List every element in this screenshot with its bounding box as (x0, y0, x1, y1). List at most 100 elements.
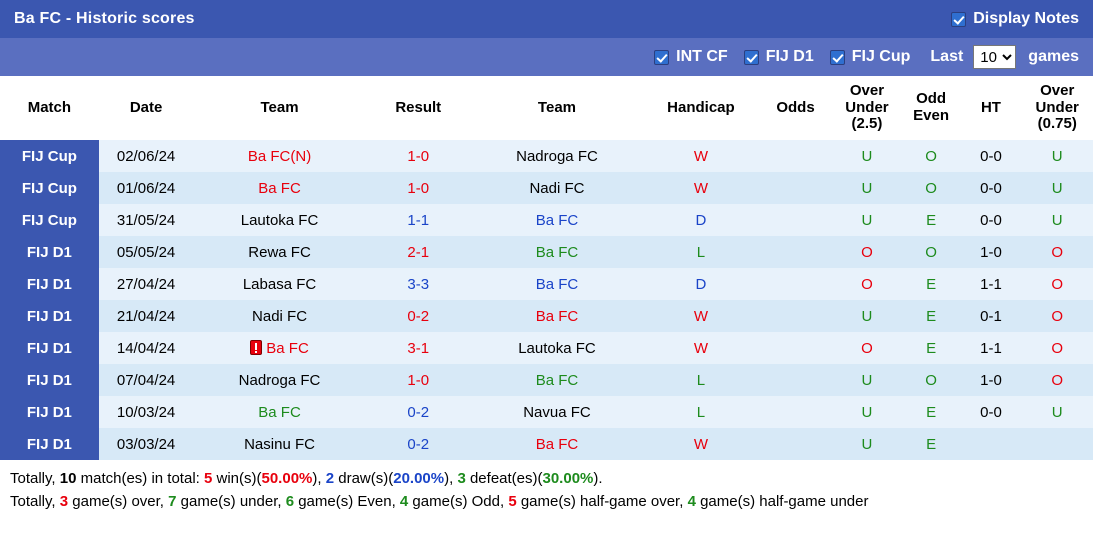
page-title: Ba FC - Historic scores (14, 10, 195, 27)
cell-competition-text: FIJ D1 (26, 371, 72, 389)
header-odd-even[interactable]: Odd Even (902, 76, 961, 140)
cell-over-under-075-text: O (1051, 307, 1064, 325)
cell-ht: 0-0 (960, 204, 1022, 236)
cell-ht-text: 1-1 (980, 339, 1002, 357)
s1-p2: match(es) in total: (76, 470, 204, 487)
cell-outcome: L (643, 364, 759, 396)
table-row[interactable]: FIJ Cup 31/05/24 Lautoka FC 1-1 Ba FC D U E 0-0 U (0, 204, 1093, 236)
summary-line-2: Totally, 3 game(s) over, 7 game(s) under… (10, 490, 1083, 513)
cell-outcome: W (643, 140, 759, 172)
header-result[interactable]: Result (366, 76, 471, 140)
cell-odd-even: O (901, 140, 961, 172)
s1-draws: 2 (325, 470, 335, 487)
table-row[interactable]: FIJ D1 03/03/24 Nasinu FC 0-2 Ba FC W U E (0, 428, 1093, 460)
cell-odds (758, 268, 833, 300)
games-label: games (1028, 48, 1079, 65)
cell-home-team-text: Nadi FC (252, 307, 308, 325)
filter-int-cf-label: INT CF (676, 48, 728, 65)
cell-away-team-text: Ba FC (535, 307, 579, 325)
cell-competition-text: FIJ D1 (26, 307, 72, 325)
cell-ht: 1-1 (960, 268, 1022, 300)
cell-home-team: Nadroga FC (193, 364, 366, 396)
header-away-team[interactable]: Team (471, 76, 643, 140)
cell-date: 01/06/24 (98, 172, 194, 204)
cell-competition-text: FIJ Cup (21, 179, 77, 197)
header-over-under[interactable]: Over Under (2.5) (832, 76, 901, 140)
display-notes-checkbox[interactable] (951, 11, 967, 27)
header-handicap[interactable]: Handicap (643, 76, 759, 140)
cell-over-under: O (832, 236, 902, 268)
cell-home-team-text: Nadroga FC (238, 371, 321, 389)
cell-over-under: U (832, 140, 902, 172)
filter-fij-d1-checkbox[interactable] (743, 49, 759, 65)
filter-fij-cup[interactable]: FIJ Cup (829, 48, 911, 66)
cell-competition: FIJ D1 (0, 236, 99, 268)
cell-away-team: Nadi FC (470, 172, 644, 204)
cell-outcome: L (643, 396, 759, 428)
cell-odd-even: E (901, 428, 961, 460)
cell-outcome: W (643, 332, 759, 364)
filter-fij-d1[interactable]: FIJ D1 (743, 48, 814, 66)
header-odds[interactable]: Odds (759, 76, 833, 140)
table-row[interactable]: FIJ D1 14/04/24 Ba FC 3-1 Lautoka FC W O E 1-1 O (0, 332, 1093, 364)
filter-int-cf[interactable]: INT CF (654, 48, 728, 66)
table-row[interactable]: FIJ Cup 02/06/24 Ba FC(N) 1-0 Nadroga FC W U O 0… (0, 140, 1093, 172)
cell-date-text: 03/03/24 (116, 435, 176, 453)
cell-over-under-075: O (1021, 300, 1093, 332)
table-row[interactable]: FIJ D1 05/05/24 Rewa FC 2-1 Ba FC L O O 1-0 O (0, 236, 1093, 268)
cell-away-team-text: Navua FC (523, 403, 591, 421)
header-match[interactable]: Match (0, 76, 99, 140)
cell-result: 1-0 (365, 364, 471, 396)
cell-ht-text: 1-0 (980, 371, 1002, 389)
cell-outcome: W (643, 300, 759, 332)
table-row[interactable]: FIJ D1 10/03/24 Ba FC 0-2 Navua FC L U E 0-0 U (0, 396, 1093, 428)
cell-odd-even-text: E (926, 403, 937, 421)
cell-date: 14/04/24 (98, 332, 194, 364)
table-row[interactable]: FIJ D1 27/04/24 Labasa FC 3-3 Ba FC D O E 1-1 O (0, 268, 1093, 300)
filter-fij-d1-label: FIJ D1 (765, 48, 814, 65)
filter-fij-cup-checkbox[interactable] (829, 49, 845, 65)
table-row[interactable]: FIJ D1 21/04/24 Nadi FC 0-2 Ba FC W U E 0-1 O (0, 300, 1093, 332)
cell-date-text: 14/04/24 (116, 339, 176, 357)
cell-competition-text: FIJ D1 (26, 435, 72, 453)
header-ht[interactable]: HT (961, 76, 1022, 140)
cell-over-under-text: U (861, 147, 873, 165)
cell-ht (960, 428, 1022, 460)
cell-odd-even: O (901, 364, 961, 396)
cell-result-text: 3-1 (407, 339, 430, 357)
header-home-team[interactable]: Team (193, 76, 365, 140)
cell-over-under-075-text: O (1051, 243, 1064, 261)
table-row[interactable]: FIJ Cup 01/06/24 Ba FC 1-0 Nadi FC W U O 0-0 U (0, 172, 1093, 204)
table-row[interactable]: FIJ D1 07/04/24 Nadroga FC 1-0 Ba FC L U O 1-0 O (0, 364, 1093, 396)
cell-over-under-075-text: U (1051, 403, 1063, 421)
cell-away-team-text: Nadi FC (529, 179, 585, 197)
cell-odd-even: E (901, 332, 961, 364)
cell-over-under-075-text: U (1051, 211, 1063, 229)
header-over-under-075[interactable]: Over Under (0.75) (1021, 76, 1093, 140)
s1-draw-pct: 20.00% (393, 470, 445, 487)
cell-away-team: Lautoka FC (470, 332, 644, 364)
header-date[interactable]: Date (99, 76, 194, 140)
cell-odd-even-text: O (925, 243, 937, 261)
cell-date-text: 01/06/24 (116, 179, 176, 197)
cell-odd-even-text: E (926, 339, 937, 357)
games-count-select[interactable]: 5 10 20 30 (973, 45, 1017, 69)
cell-odd-even-text: E (926, 211, 937, 229)
cell-competition: FIJ Cup (0, 204, 99, 236)
filter-fij-cup-label: FIJ Cup (851, 48, 911, 65)
cell-date: 02/06/24 (98, 140, 194, 172)
cell-over-under-text: O (861, 275, 873, 293)
s1-p4: ), (312, 470, 326, 487)
cell-result: 1-0 (365, 172, 471, 204)
cell-outcome-text: W (693, 435, 709, 453)
cell-outcome-text: W (693, 179, 709, 197)
cell-competition: FIJ D1 (0, 396, 99, 428)
display-notes-toggle[interactable]: Display Notes (951, 10, 1079, 28)
cell-odd-even: O (901, 236, 961, 268)
cell-home-team: Ba FC(N) (193, 140, 366, 172)
cell-date: 07/04/24 (98, 364, 194, 396)
cell-home-team-text: Ba FC (258, 403, 301, 421)
cell-ht: 0-0 (960, 140, 1022, 172)
cell-date: 27/04/24 (98, 268, 194, 300)
filter-int-cf-checkbox[interactable] (654, 49, 670, 65)
